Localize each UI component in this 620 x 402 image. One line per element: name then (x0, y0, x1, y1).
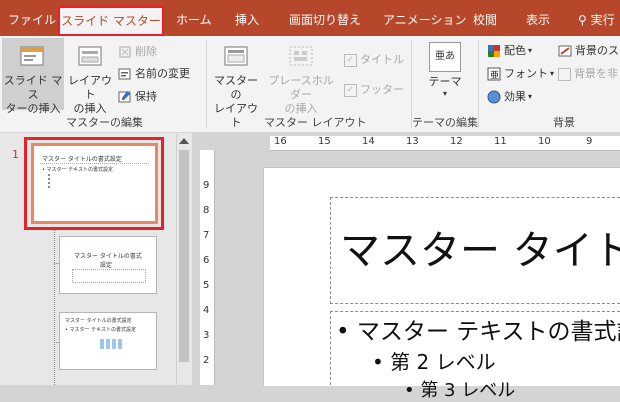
thumbnail-bullets (48, 174, 80, 188)
delete-button[interactable]: 削除 (118, 44, 157, 60)
ruler-tick-label: 15 (318, 136, 331, 147)
theme-button[interactable]: 亜あ テーマ ▾ (419, 38, 471, 110)
master-layout-icon (224, 46, 248, 66)
master-layout-button[interactable]: マスターの レイアウト (210, 38, 262, 129)
preserve-icon (118, 91, 131, 103)
ruler-tick-label: 9 (203, 180, 210, 191)
thumbnail-subtitle-box (72, 269, 146, 283)
effects-icon (487, 90, 501, 104)
thumbnail-content-icons (100, 339, 124, 349)
ruler-tick-label: 7 (203, 230, 210, 241)
ruler-tick-label: 10 (538, 136, 551, 147)
delete-icon (119, 46, 131, 58)
thumbnail-title: マスター タイトルの書式設定 (42, 156, 122, 163)
ribbon-tab-bar: ファイル スライド マスター ホーム 挿入 画面切り替え アニメーション 校閲 … (0, 0, 620, 36)
ribbon: スライド マス ターの挿入 レイアウト の挿入 削除 名前の変更 保持 マスター… (0, 36, 620, 133)
color-palette-icon (488, 45, 500, 57)
thumbnail-title: マスター タイトルの書式設定 (65, 318, 132, 324)
thumbnail-pane-scrollbar[interactable] (176, 134, 191, 385)
slide-bullet-level-1[interactable]: • マスター テキストの書式設定 (336, 312, 620, 346)
thumbnail-title: 設定 (100, 262, 113, 269)
tab-insert[interactable]: 挿入 (235, 0, 259, 36)
chevron-down-icon: ▾ (528, 46, 533, 55)
layout-thumbnail-title-content[interactable]: マスター タイトルの書式設定 • マスター テキストの書式設定 (59, 312, 157, 370)
group-label-background: 背景 (553, 116, 575, 129)
tab-home[interactable]: ホーム (176, 0, 212, 36)
placeholder-icon (289, 46, 313, 66)
svg-text:亜: 亜 (490, 70, 499, 81)
tab-slide-master[interactable]: スライド マスター (58, 6, 164, 36)
ruler-tick-label: 11 (494, 136, 507, 147)
background-styles-dropdown[interactable]: 背景のス (558, 43, 619, 59)
group-label-master-layout: マスター レイアウト (264, 116, 367, 129)
effects-dropdown[interactable]: 効果 ▾ (487, 89, 532, 105)
chevron-down-icon: ▾ (528, 92, 533, 101)
preserve-button[interactable]: 保持 (118, 89, 157, 105)
checkbox-icon (558, 67, 571, 81)
slide-master-icon (20, 46, 44, 66)
thumbnail-body: • マスター テキストの書式設定 (42, 167, 113, 173)
ribbon-separator (206, 40, 207, 128)
theme-icon: 亜あ (429, 42, 461, 72)
group-label-edit-master: マスターの編集 (66, 116, 143, 129)
slide-number: 1 (12, 148, 19, 161)
slide-title-text[interactable]: マスター タイトルの書式設定 (340, 218, 620, 276)
tab-file[interactable]: ファイル (8, 0, 56, 36)
ruler-tick-label: 4 (203, 305, 210, 316)
horizontal-ruler: 16 15 14 13 12 11 10 9 (270, 136, 620, 151)
title-checkbox[interactable]: ✓ タイトル (344, 52, 404, 68)
tab-animations[interactable]: アニメーション (383, 0, 467, 36)
layout-thumbnail-title[interactable]: マスター タイトルの書式 設定 (59, 236, 157, 294)
ruler-tick-label: 14 (362, 136, 375, 147)
scrollbar-thumb[interactable] (179, 150, 189, 362)
thumbnail-divider (40, 163, 149, 164)
rename-button[interactable]: 名前の変更 (118, 66, 190, 82)
insert-slide-master-button[interactable]: スライド マス ターの挿入 (2, 38, 64, 115)
vertical-ruler: 9 8 7 6 5 4 3 2 (200, 150, 215, 385)
layout-icon (78, 46, 102, 66)
scroll-up-icon[interactable] (179, 138, 189, 144)
ruler-tick-label: 6 (203, 255, 210, 266)
chevron-down-icon: ▾ (550, 69, 555, 78)
thumbnail-body: • マスター テキストの書式設定 (65, 327, 136, 333)
ruler-tick-label: 16 (274, 136, 287, 147)
ruler-corner (200, 136, 270, 150)
thumbnail-connector (54, 230, 56, 385)
group-label-edit-theme: テーマの編集 (412, 116, 478, 129)
chevron-down-icon: ▾ (442, 89, 447, 98)
insert-placeholder-button[interactable]: プレースホルダー の挿入 (263, 38, 339, 115)
ruler-tick-label: 9 (586, 136, 593, 147)
tab-tell-me[interactable]: ⚲ 実行 (578, 0, 615, 36)
hide-background-checkbox[interactable]: 背景を非 (558, 66, 618, 82)
ruler-tick-label: 5 (203, 280, 210, 291)
slide-bullet-level-3[interactable]: • 第 3 レベル (404, 376, 515, 402)
slide-bullet-level-2[interactable]: • 第 2 レベル (372, 346, 496, 375)
ruler-tick-label: 3 (203, 330, 210, 341)
ruler-tick-label: 12 (450, 136, 463, 147)
tab-view[interactable]: 表示 (526, 0, 550, 36)
thumbnail-title: マスター タイトルの書式 (74, 253, 142, 260)
checkbox-checked-icon: ✓ (344, 53, 357, 67)
ribbon-separator (478, 40, 479, 128)
fonts-dropdown[interactable]: 亜 フォント ▾ (487, 66, 554, 82)
rename-icon (118, 68, 131, 80)
ruler-tick-label: 13 (406, 136, 419, 147)
slide-master-thumbnail[interactable]: マスター タイトルの書式設定 • マスター テキストの書式設定 (31, 143, 158, 224)
lightbulb-icon: ⚲ (578, 13, 587, 27)
checkbox-checked-icon: ✓ (344, 83, 357, 97)
ruler-tick-label: 2 (203, 355, 210, 366)
footer-checkbox[interactable]: ✓ フッター (344, 82, 404, 98)
background-styles-icon (558, 45, 572, 57)
tab-review[interactable]: 校閲 (473, 0, 497, 36)
insert-layout-button[interactable]: レイアウト の挿入 (66, 38, 114, 115)
tab-transitions[interactable]: 画面切り替え (289, 0, 361, 36)
colors-dropdown[interactable]: 配色 ▾ (487, 43, 532, 59)
font-icon: 亜 (487, 67, 501, 81)
ruler-tick-label: 8 (203, 205, 210, 216)
